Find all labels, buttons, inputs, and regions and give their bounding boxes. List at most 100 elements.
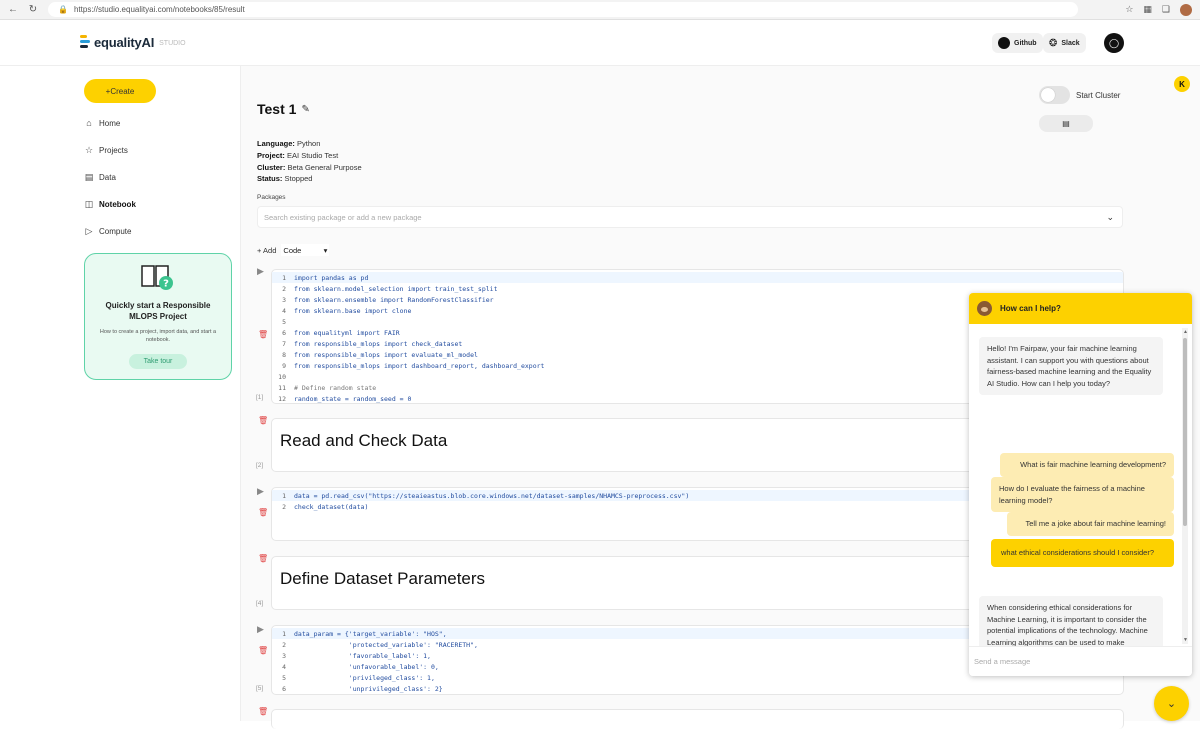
sidebar-item-projects[interactable]: ☆ Projects [84, 145, 128, 156]
run-cell-button[interactable]: ▶ [257, 624, 264, 635]
user-message: what ethical considerations should I con… [991, 539, 1174, 567]
line-number: 3 [282, 651, 286, 660]
cell-number: [4] [256, 600, 264, 607]
run-cell-button[interactable]: ▶ [257, 266, 264, 277]
logo[interactable]: equalityAI STUDIO [80, 34, 186, 50]
code-text: from sklearn.model_selection import trai… [294, 284, 498, 293]
packages-placeholder: Search existing package or add a new pac… [264, 212, 422, 222]
chat-toggle-button[interactable]: ⌄ [1154, 686, 1189, 721]
browser-profile-avatar[interactable] [1180, 3, 1192, 16]
chat-messages[interactable]: Hello! I'm Fairpaw, your fair machine le… [969, 324, 1184, 676]
book-icon: ◫ [84, 199, 94, 209]
sidebar-item-label: Projects [99, 146, 128, 155]
suggested-question[interactable]: What is fair machine learning developmen… [1000, 453, 1174, 477]
create-button[interactable]: +Create [84, 79, 156, 103]
slack-icon: ❂ [1049, 37, 1058, 49]
line-number: 4 [282, 306, 286, 315]
code-text: data_param = {'target_variable': "HOS", [294, 629, 447, 638]
suggested-question[interactable]: Tell me a joke about fair machine learni… [1007, 512, 1174, 536]
lock-icon: 🔒 [58, 5, 68, 14]
line-number: 7 [282, 339, 286, 348]
browser-toolbar: ☆ ▦ ❑ [1125, 3, 1192, 16]
delete-cell-icon[interactable]: 🗑 [258, 707, 268, 716]
packages-input[interactable]: Search existing package or add a new pac… [257, 206, 1123, 228]
delete-cell-icon[interactable]: 🗑 [258, 646, 268, 655]
chevron-down-icon: ▾ [323, 245, 328, 255]
extensions-icon[interactable]: ▦ [1143, 4, 1152, 15]
chevron-down-icon: ⌄ [1166, 698, 1177, 710]
sidebar-item-compute[interactable]: ▷ Compute [84, 226, 132, 237]
code-text: random_state = random_seed = 0 [294, 394, 412, 403]
line-number: 1 [282, 629, 286, 638]
logo-subtitle: STUDIO [159, 40, 186, 47]
sidebar-item-label: Home [99, 118, 121, 128]
bear-avatar-icon [977, 301, 992, 316]
line-number: 5 [282, 673, 286, 682]
user-profile-button[interactable]: ◯ [1104, 33, 1124, 53]
code-line[interactable]: 6 'unprivileged_class': 2} [272, 683, 1123, 694]
delete-cell-icon[interactable]: 🗑 [258, 330, 268, 339]
line-number: 11 [278, 383, 286, 392]
scroll-down-icon[interactable]: ▼ [1183, 637, 1188, 643]
chevron-down-icon[interactable]: ⌄ [1106, 212, 1114, 223]
cluster-monitor-button[interactable]: ▤ [1039, 115, 1093, 132]
code-text: 'favorable_label': 1, [294, 651, 431, 660]
meta-status: Status: Stopped [257, 174, 313, 183]
cell-type-select[interactable]: Code ▾ [281, 244, 330, 256]
code-text: import pandas as pd [294, 273, 369, 282]
chat-widget: How can I help? Hello! I'm Fairpaw, your… [969, 293, 1192, 676]
address-bar[interactable]: 🔒 https://studio.equalityai.com/notebook… [48, 2, 1078, 17]
line-number: 2 [282, 640, 286, 649]
chat-header: How can I help? [969, 293, 1192, 324]
slack-button[interactable]: ❂ Slack [1043, 33, 1086, 53]
markdown-cell[interactable] [271, 709, 1124, 729]
add-cell-button[interactable]: + Add [257, 246, 276, 255]
tour-title: Quickly start a Responsible MLOPS Projec… [105, 301, 211, 321]
code-text: data = pd.read_csv("https://steaieastus.… [294, 491, 690, 500]
scroll-up-icon[interactable]: ▲ [1183, 329, 1188, 335]
start-cluster-toggle[interactable] [1039, 86, 1070, 104]
bot-message: Hello! I'm Fairpaw, your fair machine le… [979, 337, 1163, 395]
meta-language: Language: Python [257, 139, 321, 148]
line-number: 9 [282, 361, 286, 370]
sidebar-item-data[interactable]: ▤ Data [84, 172, 116, 183]
delete-cell-icon[interactable]: 🗑 [258, 508, 268, 517]
take-tour-button[interactable]: Take tour [129, 354, 187, 369]
sidebar-item-label: Notebook [99, 200, 136, 209]
suggested-question[interactable]: How do I evaluate the fairness of a mach… [991, 477, 1174, 512]
sidebar: +Create ⌂ Home ☆ Projects ▤ Data ◫ Noteb… [0, 66, 241, 721]
scrollbar-thumb[interactable] [1183, 338, 1187, 526]
code-text: 'protected_variable': "RACERETH", [294, 640, 478, 649]
cell-number: [1] [256, 394, 264, 401]
code-text: 'privileged_class': 1, [294, 673, 435, 682]
start-cluster-label: Start Cluster [1076, 91, 1121, 100]
line-number: 10 [278, 372, 286, 381]
collections-icon[interactable]: ❑ [1162, 4, 1170, 15]
github-button[interactable]: Github [992, 33, 1043, 53]
code-line[interactable]: 1 import pandas as pd [272, 272, 1123, 283]
line-number: 2 [282, 284, 286, 293]
code-text: 'unfavorable_label': 0, [294, 662, 439, 671]
code-text: 'unprivileged_class': 2} [294, 684, 443, 693]
line-number: 2 [282, 502, 286, 511]
meta-project: Project: EAI Studio Test [257, 151, 339, 160]
chat-message-input[interactable]: Send a message [969, 646, 1192, 676]
cell-type-value: Code [283, 245, 302, 255]
back-icon[interactable]: ← [6, 3, 20, 17]
sidebar-item-notebook[interactable]: ◫ Notebook [84, 199, 136, 210]
sidebar-item-home[interactable]: ⌂ Home [84, 118, 120, 128]
cell-number: [2] [256, 462, 264, 469]
delete-cell-icon[interactable]: 🗑 [258, 554, 268, 563]
edit-icon[interactable]: ✎ [301, 104, 309, 115]
run-cell-button[interactable]: ▶ [257, 486, 264, 497]
line-number: 4 [282, 662, 286, 671]
delete-cell-icon[interactable]: 🗑 [258, 416, 268, 425]
monitor-icon: ▤ [1062, 119, 1070, 128]
line-number: 5 [282, 317, 286, 326]
chat-scrollbar[interactable] [1182, 328, 1188, 644]
code-text: from sklearn.ensemble import RandomFores… [294, 295, 494, 304]
assistant-badge[interactable]: K [1174, 76, 1190, 92]
refresh-icon[interactable]: ↻ [26, 3, 40, 17]
code-text: # Define random state [294, 383, 377, 392]
favorite-icon[interactable]: ☆ [1125, 4, 1133, 15]
